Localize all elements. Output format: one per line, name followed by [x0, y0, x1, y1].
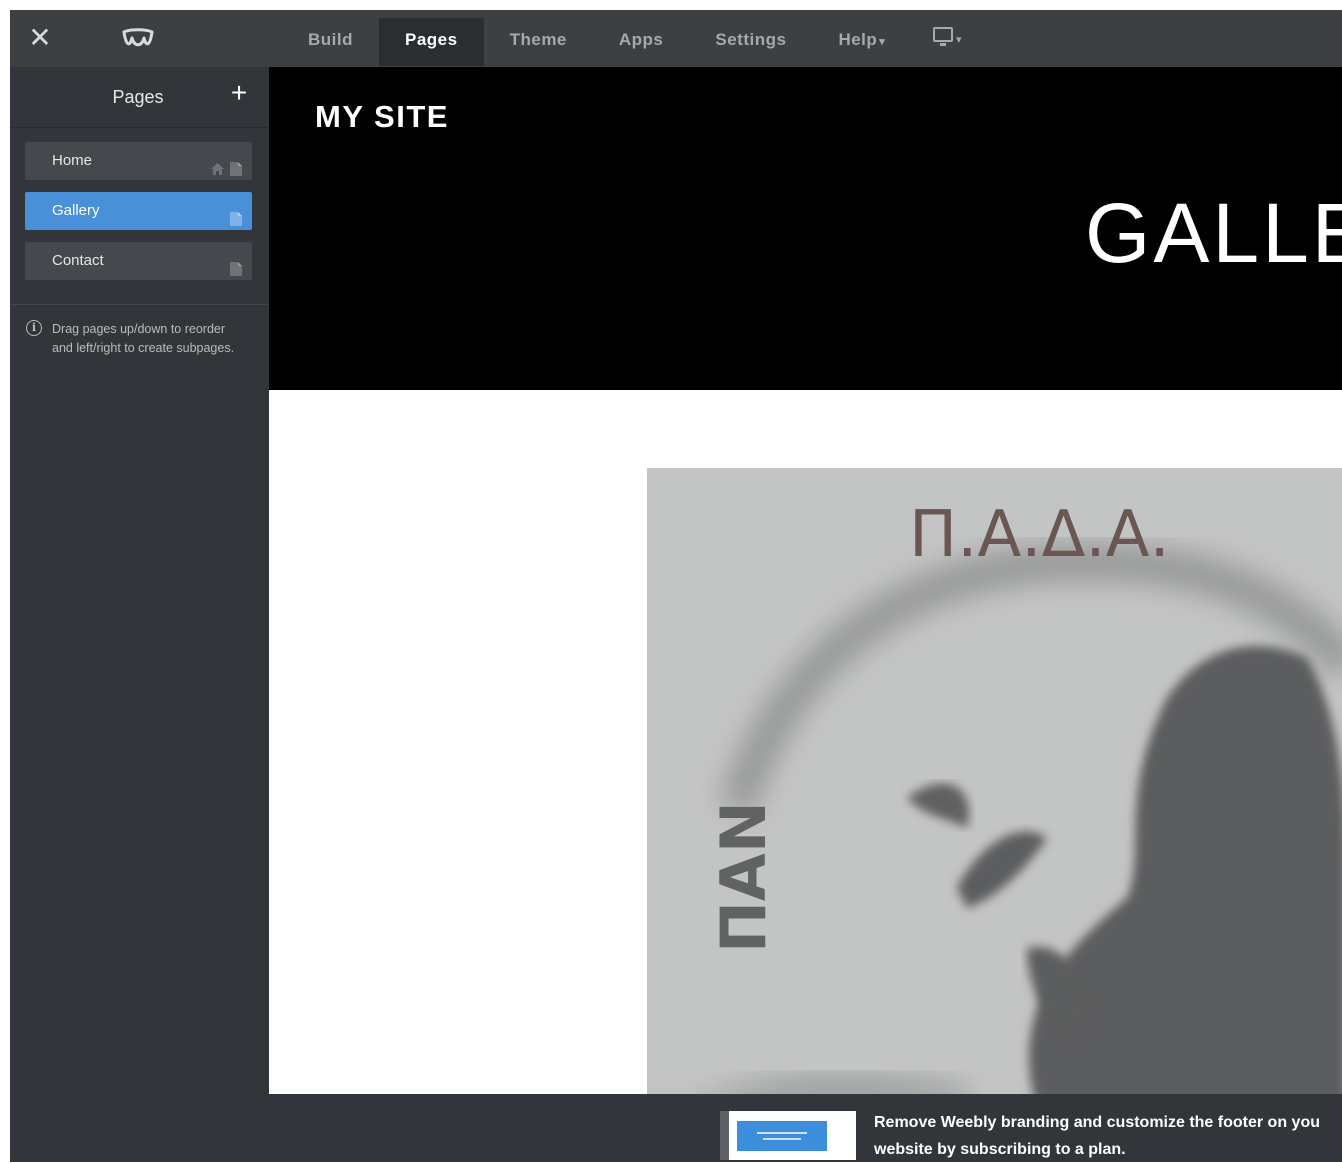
- main-nav: Build Pages Theme Apps Settings Help ▾: [282, 10, 911, 67]
- upgrade-message[interactable]: Remove Weebly branding and customize the…: [874, 1109, 1342, 1163]
- tab-settings[interactable]: Settings: [689, 18, 812, 66]
- footer-preview-icon: [737, 1121, 827, 1151]
- page-label: Home: [52, 152, 93, 169]
- sidebar-header: Pages +: [10, 67, 269, 128]
- sidebar-divider: [10, 304, 269, 305]
- tab-help-label: Help: [838, 30, 878, 49]
- site-title[interactable]: MY SITE: [315, 99, 449, 135]
- page-content: Π.Α.Δ.Α. ΠΑΝ: [269, 390, 1342, 1094]
- home-icon: [210, 153, 225, 191]
- upgrade-message-line-2: website by subscribing to a plan.: [874, 1141, 1126, 1158]
- add-page-button[interactable]: +: [228, 79, 250, 107]
- device-preview-toggle[interactable]: ▾: [932, 26, 962, 52]
- tab-build[interactable]: Build: [282, 18, 379, 66]
- page-label: Contact: [52, 252, 104, 269]
- info-icon: i: [26, 320, 42, 336]
- reorder-hint-text: Drag pages up/down to reorder and left/r…: [52, 320, 234, 358]
- page-label: Gallery: [52, 202, 100, 219]
- close-icon[interactable]: ✕: [28, 24, 52, 52]
- pages-sidebar: Pages + Home Gallery Contact i Drag page…: [10, 67, 269, 1162]
- sidebar-item-gallery[interactable]: Gallery: [25, 192, 252, 230]
- page-icon: [230, 203, 242, 241]
- sidebar-item-home[interactable]: Home: [25, 142, 252, 180]
- page-icon: [230, 153, 242, 191]
- tab-apps[interactable]: Apps: [593, 18, 690, 66]
- footer-preview-thumbnail: [720, 1111, 856, 1160]
- page-icon: [230, 253, 242, 291]
- chevron-down-icon: ▾: [956, 33, 962, 46]
- reorder-hint: i Drag pages up/down to reorder and left…: [26, 320, 266, 358]
- upgrade-message-line-1: Remove Weebly branding and customize the…: [874, 1114, 1320, 1131]
- hint-line-1: Drag pages up/down to reorder: [52, 322, 226, 336]
- image-caption: Π.Α.Δ.Α.: [909, 498, 1170, 572]
- tab-help[interactable]: Help ▾: [812, 18, 911, 66]
- upgrade-footer-banner: Remove Weebly branding and customize the…: [10, 1094, 1342, 1162]
- chevron-down-icon: ▾: [879, 36, 886, 48]
- hint-line-2: and left/right to create subpages.: [52, 341, 235, 355]
- image-side-text: ΠΑΝ: [707, 801, 780, 953]
- tab-theme[interactable]: Theme: [484, 18, 593, 66]
- top-toolbar: ✕ Build Pages Theme Apps Settings Help ▾ …: [10, 10, 1342, 67]
- desktop-monitor-icon: [932, 26, 954, 53]
- weebly-logo-icon[interactable]: [120, 26, 156, 52]
- sidebar-item-contact[interactable]: Contact: [25, 242, 252, 280]
- tab-pages[interactable]: Pages: [379, 18, 484, 66]
- gallery-image[interactable]: Π.Α.Δ.Α. ΠΑΝ: [647, 468, 1342, 1094]
- page-hero-title[interactable]: GALLE: [1085, 185, 1342, 282]
- site-header: MY SITE GALLE: [269, 67, 1342, 390]
